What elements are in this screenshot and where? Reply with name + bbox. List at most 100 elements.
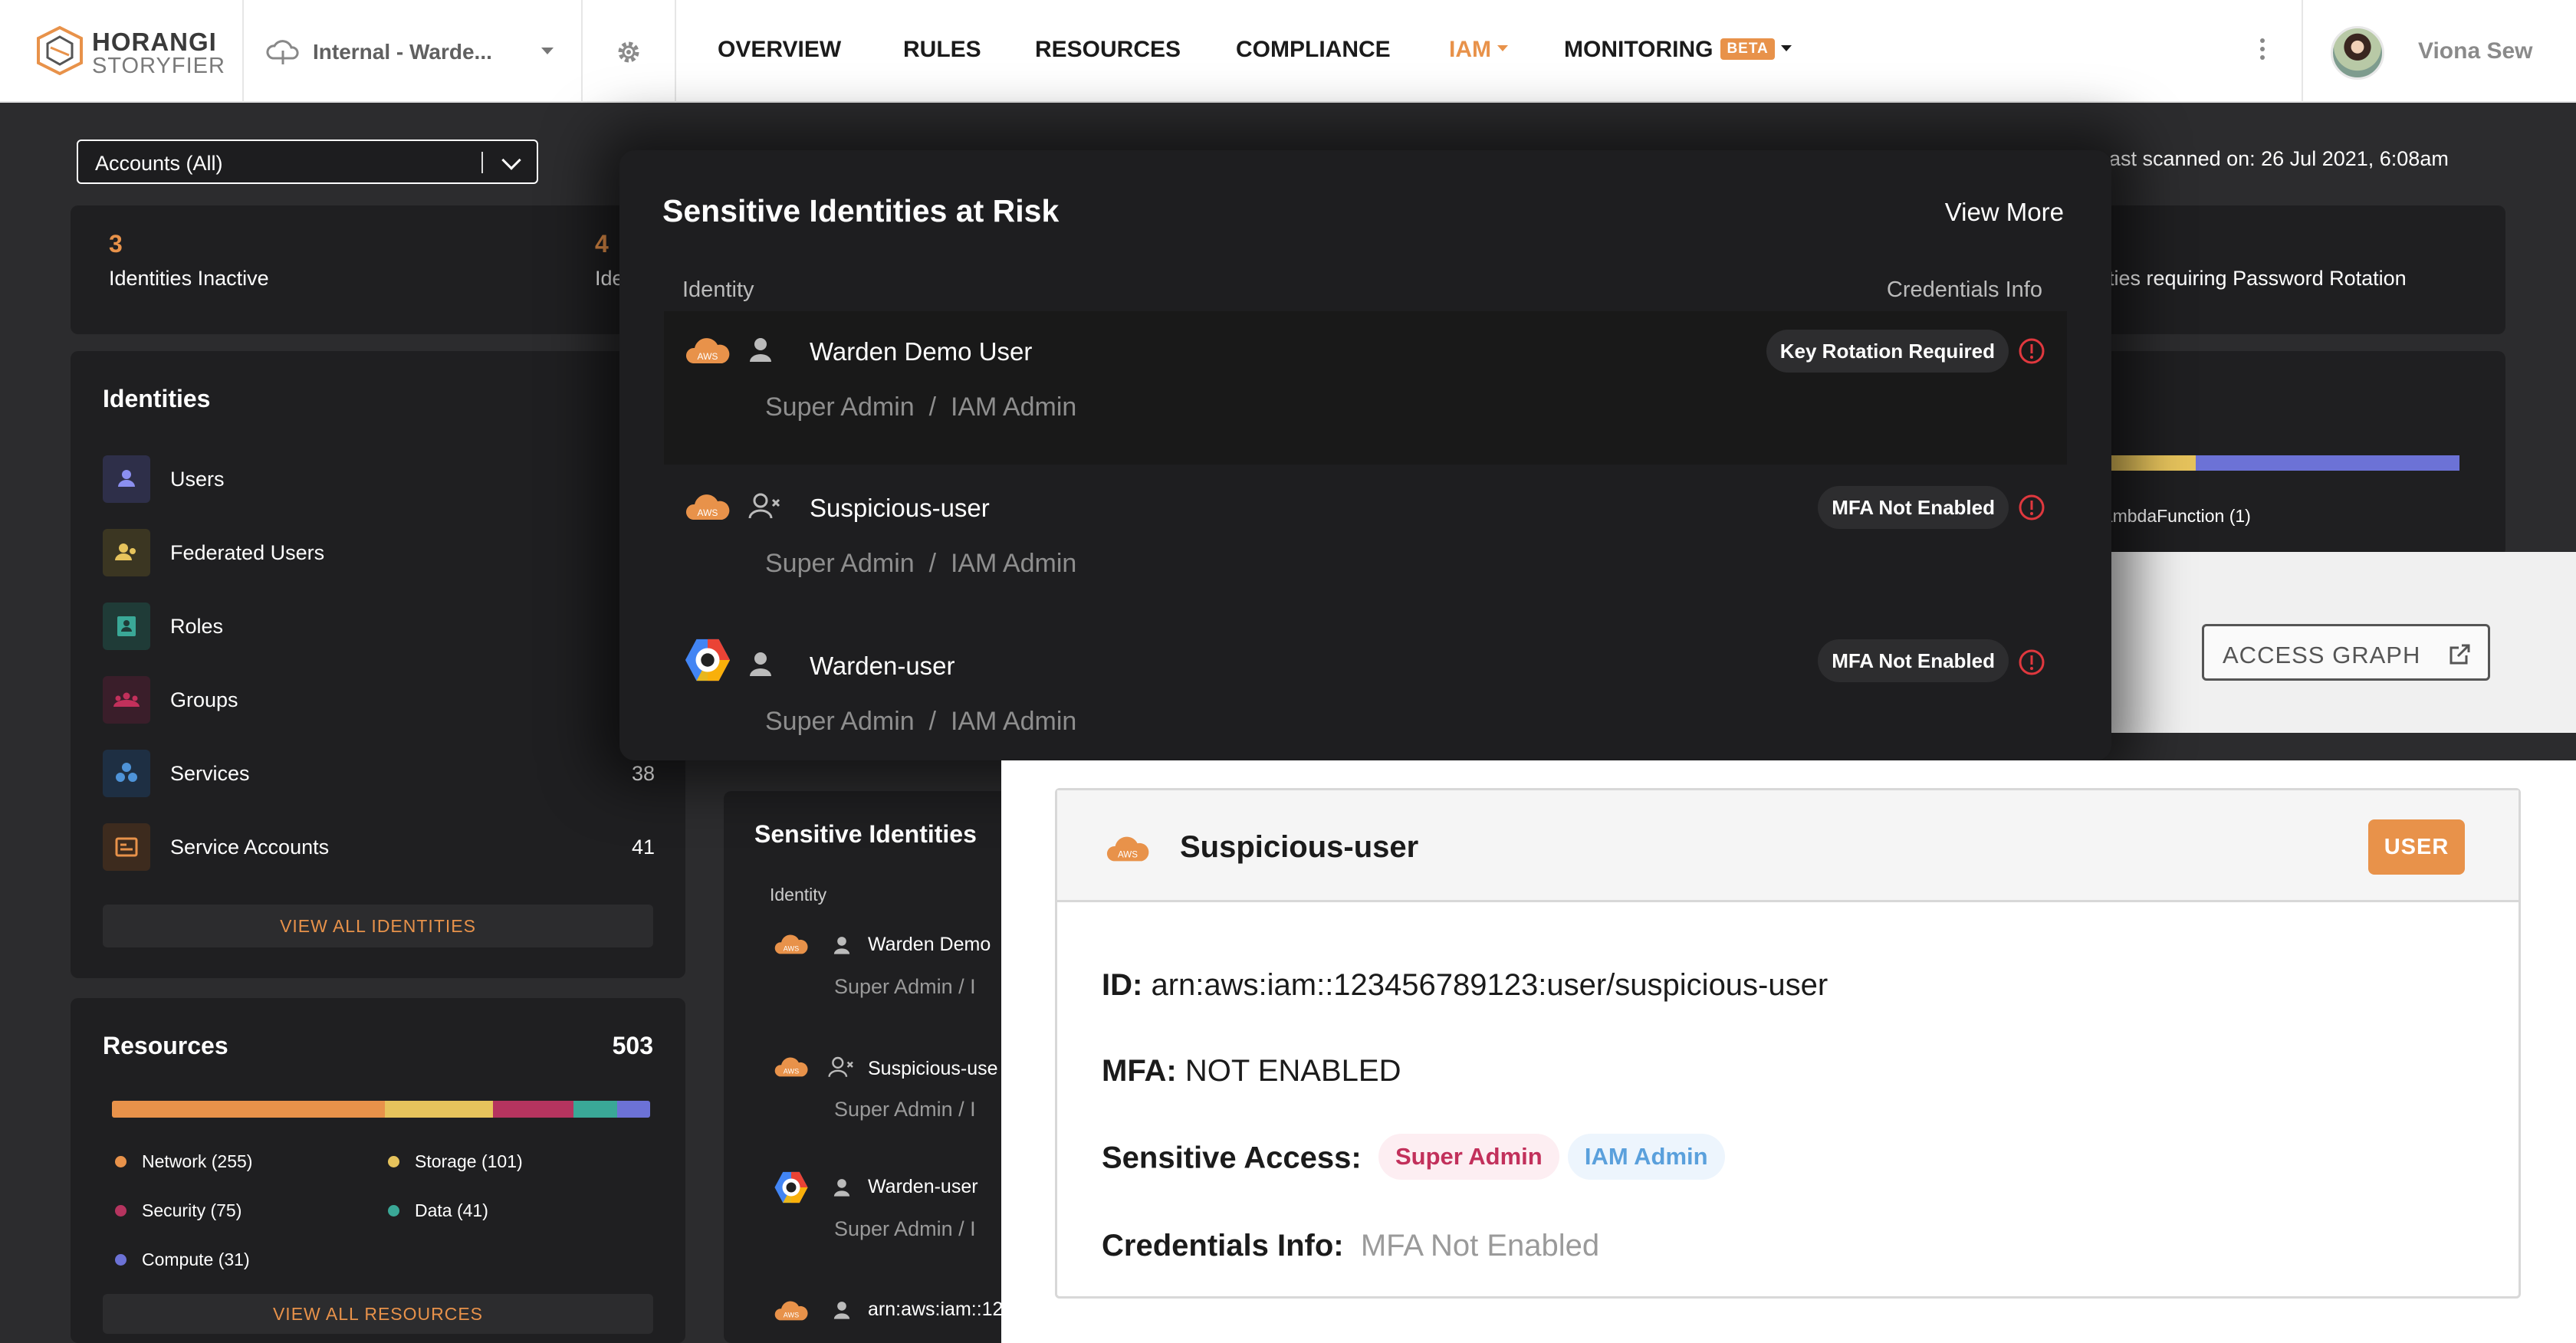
credentials-info-label: Credentials Info: bbox=[1102, 1229, 1344, 1263]
logo-mark-icon bbox=[37, 25, 83, 76]
identity-count: 38 bbox=[631, 762, 655, 785]
select-separator bbox=[481, 152, 483, 173]
id-value: arn:aws:iam::123456789123:user/suspiciou… bbox=[1151, 968, 1829, 1002]
gear-icon[interactable] bbox=[613, 37, 644, 67]
group-icon bbox=[103, 676, 150, 724]
role-secondary: IAM Admin bbox=[950, 707, 1077, 736]
legend-dot bbox=[115, 1204, 127, 1217]
mfa-label: MFA: bbox=[1102, 1054, 1177, 1088]
risk-row[interactable]: Warden-user Super Admin / IAM Admin MFA … bbox=[664, 624, 2067, 777]
identity-label: Roles bbox=[170, 615, 224, 638]
identity-item-service-accounts[interactable]: Service Accounts 41 bbox=[103, 823, 655, 871]
logo-wordmark: HORANGI bbox=[92, 28, 217, 56]
resources-card: Resources 503 Network (255) Storage (101… bbox=[71, 998, 685, 1343]
legend-label: Security (75) bbox=[142, 1200, 242, 1220]
nav-rules[interactable]: RULES bbox=[903, 37, 981, 63]
sensitive-row-name[interactable]: arn:aws:iam::12 bbox=[868, 1299, 1003, 1321]
warning-icon bbox=[2019, 338, 2045, 364]
chevron-down-icon bbox=[541, 48, 554, 54]
view-more-link[interactable]: View More bbox=[1945, 198, 2064, 227]
resource-segment bbox=[112, 1101, 385, 1118]
person-icon bbox=[750, 338, 771, 362]
identity-label: Services bbox=[170, 762, 250, 785]
legend-label: Storage (101) bbox=[415, 1151, 523, 1171]
external-link-icon bbox=[2450, 644, 2470, 665]
sensitive-row-name[interactable]: Warden Demo bbox=[868, 934, 991, 956]
nav-monitoring[interactable]: MONITORING BETA bbox=[1564, 37, 1792, 63]
legend-compute: Compute (31) bbox=[115, 1249, 250, 1270]
credential-badge: MFA Not Enabled bbox=[1818, 639, 2009, 682]
nav-resources[interactable]: RESOURCES bbox=[1035, 37, 1181, 63]
sensitive-row-role: Super Admin / I bbox=[834, 1098, 976, 1121]
identity-item-services[interactable]: Services 38 bbox=[103, 750, 655, 797]
identity-label: Groups bbox=[170, 688, 238, 711]
nav-divider bbox=[675, 0, 676, 103]
identity-label: Users bbox=[170, 468, 225, 491]
aws-icon: AWS bbox=[685, 338, 730, 363]
legend-label: Network (255) bbox=[142, 1151, 253, 1171]
user-avatar[interactable] bbox=[2331, 26, 2384, 80]
identity-item-groups[interactable]: Groups bbox=[103, 676, 655, 724]
svg-text:AWS: AWS bbox=[698, 351, 718, 362]
legend-network: Network (255) bbox=[115, 1151, 252, 1172]
role-secondary: IAM Admin bbox=[950, 549, 1077, 578]
legend-security: Security (75) bbox=[115, 1200, 242, 1221]
resource-segment bbox=[384, 1101, 493, 1118]
resource-segment bbox=[573, 1101, 617, 1118]
risk-identity-name: Suspicious-user bbox=[810, 494, 990, 522]
horangi-logo[interactable]: HORANGI STORYFIER bbox=[34, 23, 225, 80]
resource-type-bar-segment bbox=[2196, 455, 2459, 471]
role-secondary: IAM Admin bbox=[950, 392, 1077, 422]
person-icon bbox=[833, 937, 850, 954]
caret-down-icon bbox=[1780, 45, 1792, 52]
identity-type-badge: USER bbox=[2368, 819, 2465, 875]
account-selector[interactable]: Internal - Warde... bbox=[265, 31, 557, 74]
risk-row[interactable]: AWS Suspicious-user Super Admin / IAM Ad… bbox=[664, 468, 2067, 621]
nav-compliance[interactable]: COMPLIANCE bbox=[1236, 37, 1391, 63]
risk-identity-roles: Super Admin / IAM Admin bbox=[765, 707, 1076, 737]
resource-segment bbox=[492, 1101, 573, 1118]
nav-overview[interactable]: OVERVIEW bbox=[718, 37, 841, 63]
nav-iam-label: IAM bbox=[1449, 37, 1491, 62]
nav-iam[interactable]: IAM bbox=[1449, 37, 1508, 63]
identity-column-header: Identity bbox=[770, 885, 827, 905]
identity-item-users[interactable]: Users bbox=[103, 455, 655, 503]
more-options-icon[interactable] bbox=[2257, 38, 2268, 64]
identity-detail-header: AWS Suspicious-user USER bbox=[1057, 790, 2518, 902]
identities-card: Identities Users Federated Users Roles G… bbox=[71, 351, 685, 978]
risk-row[interactable]: AWS Warden Demo User Super Admin / IAM A… bbox=[664, 311, 2067, 465]
identities-title: Identities bbox=[103, 385, 211, 412]
access-chip-iam-admin: IAM Admin bbox=[1567, 1134, 1725, 1180]
password-rotation-label: ities requiring Password Rotation bbox=[2104, 267, 2407, 290]
aws-icon: AWS bbox=[685, 494, 730, 520]
role-separator: / bbox=[928, 392, 937, 422]
credential-badge: Key Rotation Required bbox=[1766, 330, 2009, 373]
inactive-person-icon bbox=[748, 493, 780, 519]
identity-item-roles[interactable]: Roles bbox=[103, 603, 655, 650]
sensitive-row-name[interactable]: Suspicious-use bbox=[868, 1058, 998, 1080]
aws-icon: AWS bbox=[774, 1301, 808, 1321]
view-all-resources-button[interactable]: VIEW ALL RESOURCES bbox=[103, 1294, 653, 1334]
aws-icon: AWS bbox=[774, 1057, 808, 1077]
identity-item-federated-users[interactable]: Federated Users bbox=[103, 529, 655, 576]
role-separator: / bbox=[928, 707, 937, 736]
view-all-identities-button[interactable]: VIEW ALL IDENTITIES bbox=[103, 905, 653, 947]
legend-dot bbox=[115, 1253, 127, 1266]
identity-mfa-row: MFA: NOT ENABLED bbox=[1102, 1054, 1401, 1089]
accounts-filter[interactable]: Accounts (All) bbox=[77, 140, 538, 184]
credentials-info-value: MFA Not Enabled bbox=[1360, 1229, 1600, 1263]
inactive-label: Identities Inactive bbox=[109, 267, 269, 290]
svg-text:AWS: AWS bbox=[784, 1312, 799, 1319]
user-icon bbox=[103, 455, 150, 503]
user-name[interactable]: Viona Sew bbox=[2418, 38, 2533, 64]
top-navbar: HORANGI STORYFIER Internal - Warde... OV… bbox=[0, 0, 2576, 103]
identity-id-row: ID: arn:aws:iam::123456789123:user/suspi… bbox=[1102, 968, 1828, 1003]
role-primary: Super Admin bbox=[765, 549, 915, 578]
access-graph-button[interactable]: ACCESS GRAPH bbox=[2202, 624, 2490, 681]
sensitive-identities-card: Sensitive Identities Identity AWS Warden… bbox=[724, 791, 1015, 1343]
role-separator: / bbox=[928, 549, 937, 578]
sensitive-row-name[interactable]: Warden-user bbox=[868, 1176, 978, 1198]
legend-dot bbox=[388, 1204, 399, 1217]
svg-text:AWS: AWS bbox=[784, 1068, 799, 1075]
person-icon bbox=[833, 1179, 850, 1197]
